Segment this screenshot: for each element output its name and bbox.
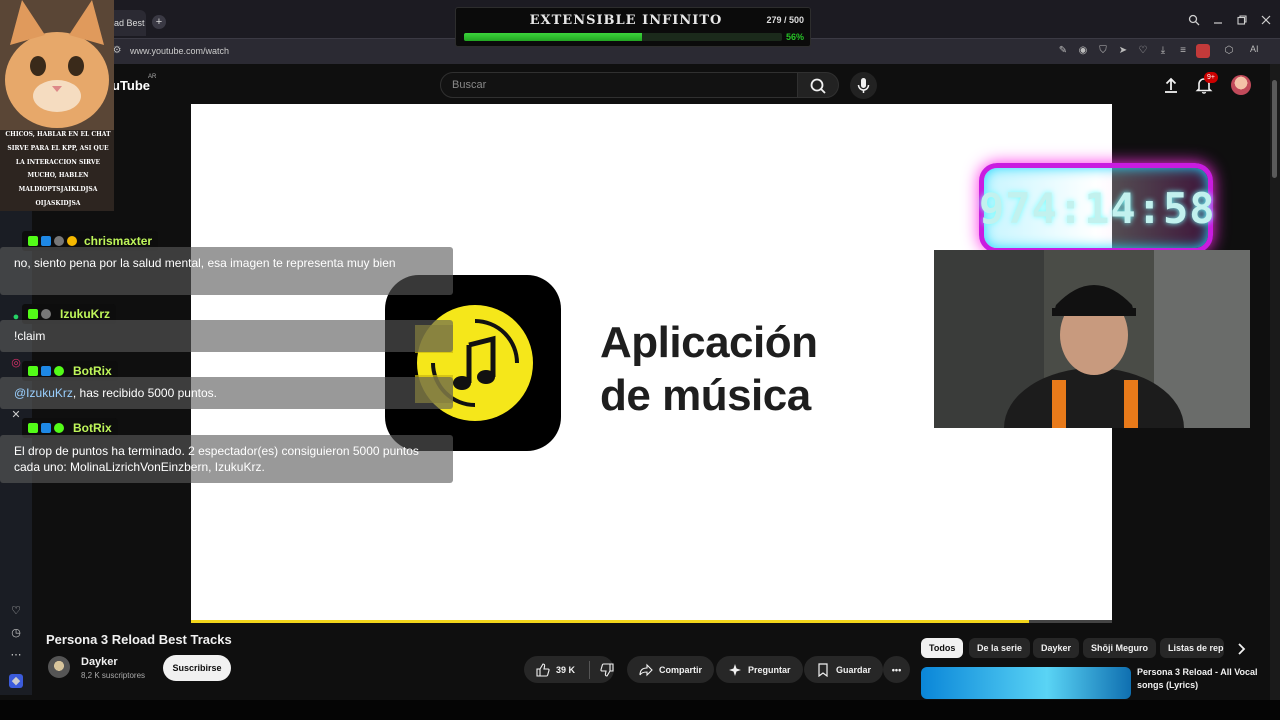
scrollbar-thumb[interactable]	[1272, 80, 1277, 178]
instagram-icon[interactable]: ◎	[9, 356, 23, 370]
extension-icon[interactable]	[1196, 44, 1210, 58]
chip-playlists[interactable]: Listas de rep	[1160, 638, 1224, 658]
chip-dayker[interactable]: Dayker	[1033, 638, 1080, 658]
kick-badge-icon	[28, 423, 38, 433]
recommendation-thumbnail[interactable]	[921, 667, 1131, 699]
check-badge-icon	[54, 366, 64, 376]
kick-badge-icon	[28, 366, 38, 376]
like-count: 39 K	[556, 664, 576, 675]
favorites-icon[interactable]: ♡	[9, 604, 23, 618]
url-field[interactable]: www.youtube.com/watch	[130, 46, 229, 56]
voice-search-button[interactable]	[850, 72, 877, 99]
slide-title: Aplicación de música	[600, 316, 818, 422]
search-input[interactable]: Buscar	[440, 72, 798, 98]
like-button[interactable]: 39 K	[524, 656, 614, 683]
bookmark-icon	[818, 662, 828, 677]
shield-icon[interactable]: ⛉	[1096, 44, 1110, 58]
country-code: AR	[148, 74, 157, 80]
coin-badge-icon	[67, 236, 77, 246]
share-icon	[639, 663, 653, 676]
mic-icon	[857, 78, 870, 93]
video-title: Persona 3 Reload Best Tracks	[46, 632, 232, 647]
download-icon[interactable]: ⤓	[1156, 44, 1170, 58]
chip-all[interactable]: Todos	[921, 638, 964, 658]
minimize-icon[interactable]	[1210, 14, 1226, 30]
scrollbar[interactable]	[1270, 64, 1280, 700]
chevron-right-icon[interactable]	[1235, 642, 1247, 656]
more-icon: •••	[891, 664, 902, 675]
edit-icon[interactable]: ✎	[1056, 44, 1070, 58]
timer: 974:14:58	[979, 184, 1216, 233]
goal-percent: 56%	[785, 32, 804, 42]
cat-overlay: Chicos, hablar en el chat sirve para el …	[0, 0, 114, 211]
skull-badge-icon	[41, 309, 51, 319]
more-icon[interactable]: ⋯	[9, 648, 23, 662]
youtube-logo[interactable]: uTube	[112, 78, 150, 93]
verified-badge-icon	[41, 366, 51, 376]
new-tab-button[interactable]: +	[152, 15, 166, 29]
save-button[interactable]: Guardar	[804, 656, 884, 683]
chat-message: El drop de puntos ha terminado. 2 espect…	[0, 435, 453, 483]
send-icon[interactable]: ➤	[1116, 44, 1130, 58]
slide-title-line1: Aplicación	[600, 318, 818, 367]
bottom-strip	[0, 700, 1280, 720]
search-tabs-icon[interactable]	[1186, 14, 1202, 30]
goal-count: 279 / 500	[766, 15, 804, 25]
video-progress-bar[interactable]	[191, 620, 1112, 623]
chat-message: no, siento pena por la salud mental, esa…	[0, 247, 453, 295]
channel-avatar[interactable]	[48, 656, 70, 678]
more-actions-button[interactable]: •••	[883, 656, 910, 683]
streamer-webcam	[934, 250, 1250, 428]
video-progress-fill	[191, 620, 1030, 623]
sparkle-icon	[729, 663, 741, 676]
ai-button[interactable]: AI	[1250, 44, 1259, 54]
verified-badge-icon	[41, 423, 51, 433]
bot-icon[interactable]: ◆	[9, 674, 23, 688]
verified-badge-icon	[41, 236, 51, 246]
restore-icon[interactable]	[1234, 14, 1250, 30]
goal-overlay: EXTENSIBLE INFINITO 279 / 500 56%	[455, 7, 811, 47]
upload-icon[interactable]	[1162, 76, 1180, 94]
youtube-header: uTube AR Buscar 9+	[0, 64, 1270, 104]
heart-icon[interactable]: ♡	[1136, 44, 1150, 58]
streamer-image	[934, 250, 1250, 428]
channel-name[interactable]: Dayker	[81, 656, 118, 668]
goal-progress-track	[464, 33, 782, 41]
chat-message: !claim	[0, 320, 453, 352]
check-badge-icon	[54, 423, 64, 433]
menu-icon[interactable]: ≡	[1176, 44, 1190, 58]
x-icon[interactable]: ✕	[9, 408, 23, 422]
skull-badge-icon	[54, 236, 64, 246]
kick-badge-icon	[28, 309, 38, 319]
profile-icon[interactable]: ⬡	[1222, 44, 1236, 58]
goal-progress-fill	[464, 33, 643, 41]
cat-image	[0, 0, 114, 130]
camera-icon[interactable]: ◉	[1076, 44, 1090, 58]
share-button[interactable]: Compartir	[627, 656, 715, 683]
music-note-icon	[415, 305, 533, 421]
subscriber-count: 8,2 K suscriptores	[81, 671, 146, 680]
thumbs-down-icon[interactable]	[600, 662, 614, 677]
notification-badge: 9+	[1204, 72, 1218, 83]
user-avatar[interactable]	[1231, 75, 1251, 95]
thumbs-up-icon	[536, 662, 550, 677]
subscribe-button[interactable]: Suscribirse	[163, 655, 231, 681]
close-window-icon[interactable]	[1258, 14, 1274, 30]
recommendation-title[interactable]: Persona 3 Reload - All Vocal songs (Lyri…	[1137, 666, 1262, 692]
search-icon	[810, 78, 826, 94]
cat-caption: Chicos, hablar en el chat sirve para el …	[5, 131, 111, 207]
search-button[interactable]	[797, 72, 839, 98]
history-icon[interactable]: ◷	[9, 626, 23, 640]
ask-button[interactable]: Preguntar	[716, 656, 803, 683]
chip-shoji-meguro[interactable]: Shōji Meguro	[1083, 638, 1156, 658]
chat-message: @IzukuKrz, has recibido 5000 puntos.	[0, 377, 453, 409]
kick-badge-icon	[28, 236, 38, 246]
chip-series[interactable]: De la serie	[969, 638, 1031, 658]
goal-title: EXTENSIBLE INFINITO	[529, 13, 723, 28]
music-app-logo	[385, 275, 561, 451]
slide-title-line2: de música	[600, 371, 811, 420]
